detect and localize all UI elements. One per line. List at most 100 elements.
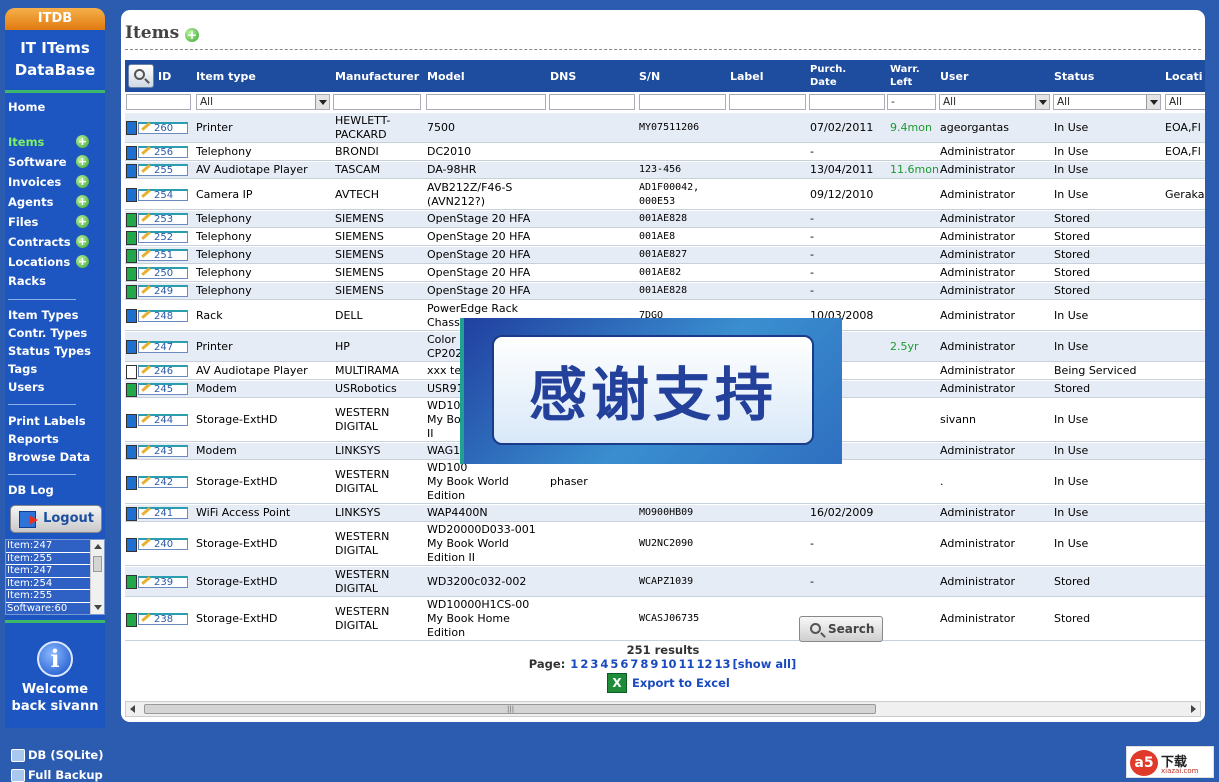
edit-item-link[interactable]: 253 <box>138 213 188 225</box>
page-link-6[interactable]: 6 <box>620 657 628 671</box>
edit-item-link[interactable]: 241 <box>138 507 188 519</box>
nav-racks[interactable]: Racks <box>8 273 46 289</box>
nav-agents[interactable]: Agents <box>8 194 53 210</box>
page-link-11[interactable]: 11 <box>678 657 694 671</box>
edit-item-link[interactable]: 248 <box>138 309 188 322</box>
add-invoice-icon[interactable]: + <box>76 175 89 188</box>
history-item[interactable]: Item:247 <box>6 565 90 578</box>
col-user[interactable]: User <box>940 60 968 92</box>
edit-item-link[interactable]: 250 <box>138 267 188 279</box>
scroll-up-icon[interactable] <box>94 544 102 549</box>
history-item[interactable]: Item:247 <box>6 540 90 553</box>
col-dns[interactable]: DNS <box>550 60 576 92</box>
scroll-thumb[interactable]: ||| <box>144 704 876 714</box>
full-backup-link[interactable]: Full Backup <box>11 768 103 782</box>
page-link-4[interactable]: 4 <box>600 657 608 671</box>
edit-item-link[interactable]: 238 <box>138 613 188 625</box>
edit-item-link[interactable]: 243 <box>138 445 188 457</box>
nav-users[interactable]: Users <box>8 379 45 395</box>
filter-dns-input[interactable] <box>549 94 635 110</box>
filter-location-select[interactable]: All <box>1165 94 1205 110</box>
nav-print-labels[interactable]: Print Labels <box>8 413 86 429</box>
table-row[interactable]: 255 AV Audiotape Player TASCAM DA-98HR 123-4… <box>125 162 1205 179</box>
edit-item-link[interactable]: 254 <box>138 188 188 201</box>
chevron-down-icon[interactable] <box>315 95 329 109</box>
filter-id-input[interactable] <box>126 94 191 110</box>
table-row[interactable]: 256 Telephony BRONDI DC2010 - Administrator In… <box>125 144 1205 161</box>
col-sn[interactable]: S/N <box>639 60 660 92</box>
page-link-9[interactable]: 9 <box>650 657 658 671</box>
nav-contr-types[interactable]: Contr. Types <box>8 325 87 341</box>
col-id[interactable]: ID <box>158 60 171 92</box>
nav-tags[interactable]: Tags <box>8 361 37 377</box>
nav-invoices[interactable]: Invoices <box>8 174 61 190</box>
history-item[interactable]: Item:255 <box>6 552 90 565</box>
edit-item-link[interactable]: 245 <box>138 383 188 395</box>
filter-sn-input[interactable] <box>639 94 726 110</box>
page-link-13[interactable]: 13 <box>714 657 730 671</box>
scroll-right-icon[interactable] <box>1191 705 1196 713</box>
edit-item-link[interactable]: 240 <box>138 538 188 550</box>
col-item-type[interactable]: Item type <box>196 60 256 92</box>
edit-item-link[interactable]: 244 <box>138 414 188 426</box>
edit-item-link[interactable]: 246 <box>138 365 188 377</box>
add-item-icon[interactable]: + <box>76 135 89 148</box>
show-all-link[interactable]: [show all] <box>733 657 797 671</box>
scroll-thumb[interactable] <box>93 556 102 572</box>
page-link-3[interactable]: 3 <box>590 657 598 671</box>
table-row[interactable]: 251 Telephony SIEMENS OpenStage 20 HFA 001AE… <box>125 247 1205 264</box>
table-row[interactable]: 238 Storage-ExtHD WESTERN DIGITAL WD10000H1C… <box>125 598 1205 641</box>
col-label[interactable]: Label <box>730 60 764 92</box>
edit-item-link[interactable]: 260 <box>138 121 188 134</box>
table-row[interactable]: 250 Telephony SIEMENS OpenStage 20 HFA 001AE… <box>125 265 1205 282</box>
scroll-down-icon[interactable] <box>94 605 102 610</box>
col-manufacturer[interactable]: Manufacturer <box>335 60 419 92</box>
col-warr-left[interactable]: Warr. Left <box>890 60 920 92</box>
edit-item-link[interactable]: 252 <box>138 231 188 243</box>
col-location[interactable]: Locati <box>1165 60 1203 92</box>
page-link-2[interactable]: 2 <box>580 657 588 671</box>
table-row[interactable]: 260 Printer HEWLETT- PACKARD 7500 MY07511206 0… <box>125 113 1205 143</box>
col-model[interactable]: Model <box>427 60 465 92</box>
add-item-icon[interactable]: + <box>185 28 199 42</box>
db-link[interactable]: DB (SQLite) <box>11 748 103 762</box>
filter-user-select[interactable]: All <box>939 94 1050 110</box>
nav-home[interactable]: Home <box>8 99 45 115</box>
table-row[interactable]: 252 Telephony SIEMENS OpenStage 20 HFA 001AE… <box>125 229 1205 246</box>
nav-item-types[interactable]: Item Types <box>8 307 78 323</box>
edit-item-link[interactable]: 255 <box>138 164 188 176</box>
history-item[interactable]: Software:60 <box>6 602 90 614</box>
app-logo[interactable]: IT ITems DataBase <box>5 30 105 90</box>
edit-item-link[interactable]: 249 <box>138 285 188 297</box>
edit-item-link[interactable]: 251 <box>138 249 188 261</box>
page-link-7[interactable]: 7 <box>630 657 638 671</box>
filter-item-type-select[interactable]: All <box>196 94 330 110</box>
page-link-10[interactable]: 10 <box>660 657 676 671</box>
nav-status-types[interactable]: Status Types <box>8 343 91 359</box>
edit-item-link[interactable]: 242 <box>138 476 188 488</box>
add-contract-icon[interactable]: + <box>76 235 89 248</box>
history-item[interactable]: Item:254 <box>6 577 90 590</box>
nav-contracts[interactable]: Contracts <box>8 234 71 250</box>
filter-purch-date-input[interactable] <box>809 94 885 110</box>
nav-reports[interactable]: Reports <box>8 431 59 447</box>
search-button[interactable]: Search <box>799 616 883 642</box>
table-row[interactable]: 241 WiFi Access Point LINKSYS WAP4400N MO900… <box>125 505 1205 522</box>
chevron-down-icon[interactable] <box>1146 95 1160 109</box>
edit-item-link[interactable]: 247 <box>138 340 188 353</box>
add-agent-icon[interactable]: + <box>76 195 89 208</box>
filter-label-input[interactable] <box>729 94 806 110</box>
history-scrollbar[interactable] <box>90 540 104 614</box>
horizontal-scrollbar[interactable]: ||| <box>125 701 1201 717</box>
table-row[interactable]: 254 Camera IP AVTECH AVB212Z/F46-S (AVN212?)… <box>125 180 1205 210</box>
filter-status-select[interactable]: All <box>1053 94 1161 110</box>
nav-files[interactable]: Files <box>8 214 38 230</box>
logout-button[interactable]: Logout <box>10 505 102 533</box>
nav-items[interactable]: Items <box>8 134 44 150</box>
history-item[interactable]: Item:255 <box>6 590 90 603</box>
filter-manufacturer-input[interactable] <box>333 94 421 110</box>
table-row[interactable]: 242 Storage-ExtHD WESTERN DIGITAL WD100 My Bo… <box>125 461 1205 504</box>
nav-locations[interactable]: Locations <box>8 254 70 270</box>
table-row[interactable]: 249 Telephony SIEMENS OpenStage 20 HFA 001AE… <box>125 283 1205 300</box>
nav-browse-data[interactable]: Browse Data <box>8 449 90 465</box>
